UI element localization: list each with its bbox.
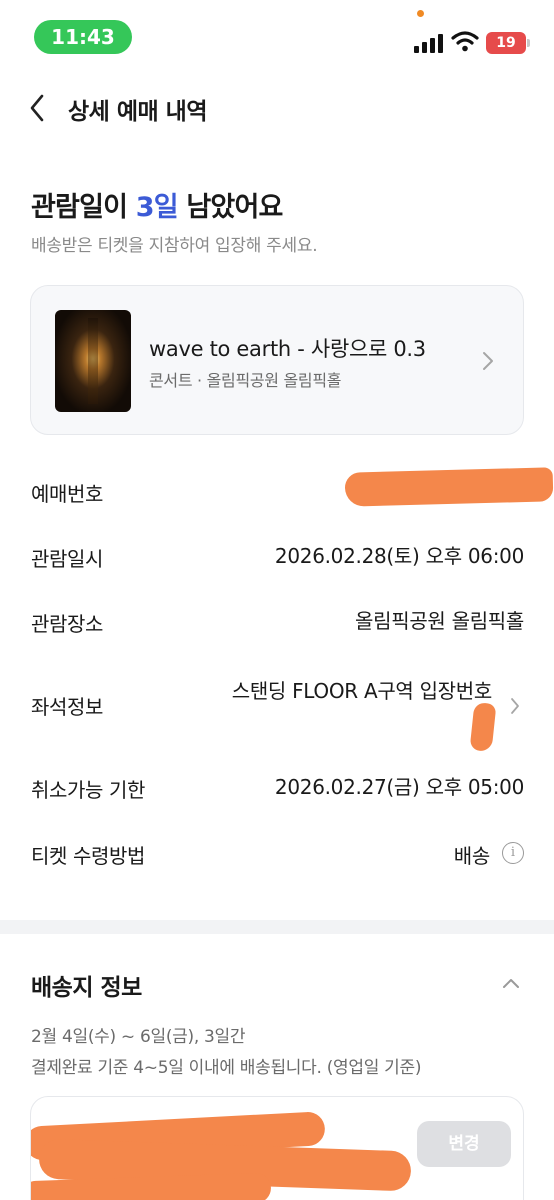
days-remaining-headline: 관람일이 3일 남았어요: [31, 185, 283, 224]
ticket-receive-method-value: 배송: [453, 844, 491, 868]
page-title: 상세 예매 내역: [68, 99, 207, 125]
headline-suffix: 남았어요: [177, 192, 283, 223]
top-nav: 상세 예매 내역: [0, 78, 554, 138]
event-poster-image: [55, 310, 131, 412]
chevron-up-icon[interactable]: [501, 976, 521, 990]
cancel-deadline-value: 2026.02.27(금) 오후 05:00: [274, 775, 524, 799]
event-category-venue: 콘서트 · 올림픽공원 올림픽홀: [149, 371, 342, 390]
status-bar: 11:43 19: [0, 0, 554, 70]
entry-number-redaction: [469, 701, 497, 753]
cancel-deadline-label: 취소가능 기한: [31, 778, 145, 802]
delivery-section-title: 배송지 정보: [31, 975, 142, 1001]
status-time: 11:43: [34, 20, 132, 54]
address-card: 62 변경: [30, 1096, 524, 1200]
booking-number-label: 예매번호: [31, 482, 103, 506]
headline-prefix: 관람일이: [31, 192, 136, 223]
performance-date-value: 2026.02.28(토) 오후 06:00: [274, 544, 524, 568]
chevron-right-icon: [483, 352, 493, 370]
booking-number-redaction: [344, 467, 554, 507]
days-remaining-count: 3일: [135, 192, 179, 223]
venue-label: 관람장소: [31, 612, 103, 636]
seat-info-line: 스탠딩 FLOOR A구역 입장번호: [231, 679, 493, 703]
chevron-left-icon[interactable]: [26, 92, 50, 124]
section-divider: [0, 920, 554, 934]
seat-info-value[interactable]: 스탠딩 FLOOR A구역 입장번호 5: [162, 675, 493, 739]
event-title: wave to earth - 사랑으로 0.3: [149, 337, 426, 361]
event-card[interactable]: wave to earth - 사랑으로 0.3 콘서트 · 올림픽공원 올림픽…: [30, 285, 524, 435]
chevron-right-icon[interactable]: [509, 696, 521, 716]
performance-date-label: 관람일시: [31, 547, 103, 571]
delivery-schedule: 2월 4일(수) ~ 6일(금), 3일간: [31, 1027, 246, 1047]
battery-icon: 19: [486, 32, 530, 54]
info-icon[interactable]: i: [502, 842, 524, 864]
delivery-note: 결제완료 기준 4~5일 이내에 배송됩니다. (영업일 기준): [31, 1058, 422, 1078]
wifi-icon: [451, 31, 479, 52]
entry-number: 5: [162, 707, 493, 739]
privacy-indicator-dot: [417, 10, 424, 17]
entry-instruction: 배송받은 티켓을 지참하여 입장해 주세요.: [31, 236, 318, 256]
cellular-signal-icon: [414, 33, 444, 53]
change-address-button[interactable]: 변경: [417, 1121, 511, 1167]
ticket-receive-method-label: 티켓 수령방법: [31, 844, 145, 868]
seat-info-label: 좌석정보: [31, 695, 103, 719]
battery-level: 19: [496, 35, 516, 51]
venue-value: 올림픽공원 올림픽홀: [355, 609, 524, 633]
